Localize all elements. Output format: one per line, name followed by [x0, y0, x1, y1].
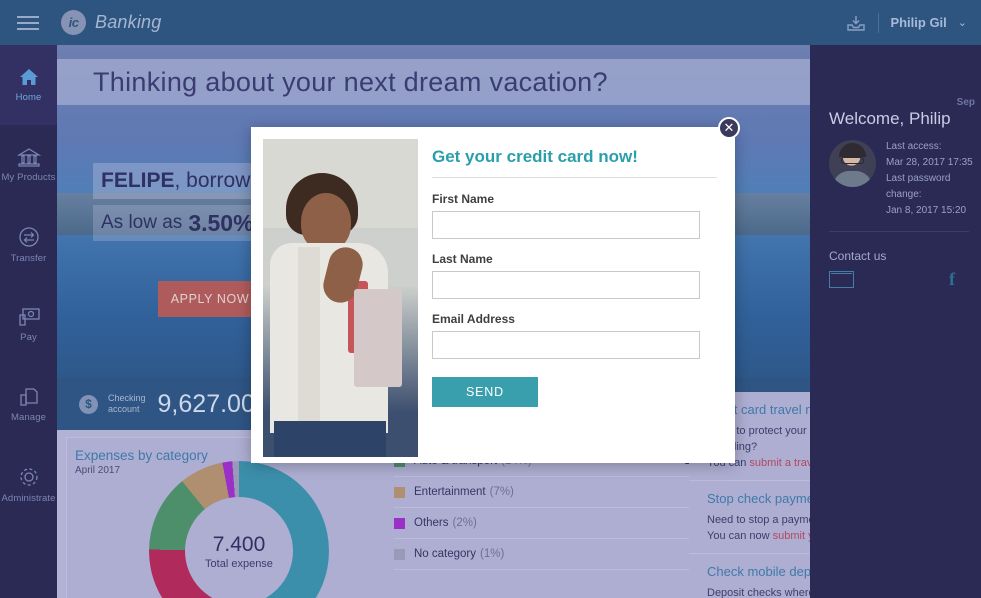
last-access-value: Mar 28, 2017 17:35	[886, 157, 973, 168]
legend-label: Entertainment	[414, 486, 486, 498]
transfer-icon	[18, 226, 40, 248]
last-name-input[interactable]	[432, 271, 700, 299]
top-bar-right: Philip Gil ⌄	[845, 12, 981, 33]
sep-label: Sep	[956, 97, 975, 108]
inbox-icon[interactable]	[845, 13, 867, 33]
send-button[interactable]: SEND	[432, 377, 538, 407]
dollar-icon: $	[79, 394, 98, 414]
legend-swatch	[394, 486, 405, 498]
donut-total-value: 7.400	[212, 532, 266, 556]
right-panel: Sep Welcome, Philip Last access: Mar 28,…	[810, 45, 981, 598]
user-menu-label[interactable]: Philip Gil	[890, 15, 946, 30]
facebook-icon[interactable]: f	[949, 269, 955, 290]
legend-label: No category	[414, 548, 477, 560]
avatar-hair	[839, 143, 866, 157]
balance-amount: 9,627.00	[157, 389, 255, 418]
sidebar-item-label: My Products	[1, 172, 56, 183]
hero-headline-text: Thinking about your next dream vacation?	[93, 66, 608, 97]
sidebar-item-transfer[interactable]: Transfer	[0, 205, 57, 285]
top-bar: ic Banking Philip Gil ⌄	[0, 0, 981, 45]
divider	[878, 12, 880, 33]
first-name-input[interactable]	[432, 211, 700, 239]
divider	[829, 231, 969, 232]
account-meta: Last access: Mar 28, 2017 17:35 Last pas…	[886, 139, 978, 219]
sidebar-item-label: Manage	[11, 412, 46, 423]
last-access-label: Last access:	[886, 141, 942, 152]
brand-logo-icon: ic	[61, 10, 86, 35]
sidebar-item-administrate[interactable]: Administrate	[0, 445, 57, 525]
sidebar-item-label: Pay	[20, 332, 37, 343]
legend-swatch	[394, 517, 405, 529]
account-type-label: Checking account	[108, 393, 146, 414]
first-name-label: First Name	[432, 192, 495, 206]
home-icon	[18, 67, 40, 87]
brand-name: Banking	[95, 12, 162, 32]
info-card-line2-prefix: You can now	[707, 530, 773, 542]
legend-row[interactable]: Others(2%)132›	[394, 508, 728, 539]
document-icon	[17, 387, 41, 407]
hamburger-line	[17, 27, 39, 30]
email-input[interactable]	[432, 331, 700, 359]
donut-total-label: Total expense	[205, 557, 273, 570]
credit-card-modal: Get your credit card now! First Name Las…	[251, 127, 735, 463]
last-password-value: Jan 8, 2017 15:20	[886, 205, 967, 216]
sidebar-item-pay[interactable]: Pay	[0, 285, 57, 365]
pay-icon	[17, 307, 41, 327]
bank-icon	[16, 147, 41, 167]
legend-label: Others	[414, 517, 449, 529]
welcome-title: Welcome, Philip	[829, 109, 951, 128]
person-shirt-fold	[298, 247, 320, 427]
sidebar-item-label: Home	[15, 92, 42, 103]
last-name-label: Last Name	[432, 252, 493, 266]
gear-icon	[18, 466, 40, 488]
modal-heading: Get your credit card now!	[432, 147, 717, 178]
envelope-icon[interactable]	[829, 271, 854, 288]
email-label: Email Address	[432, 312, 515, 326]
legend-swatch	[394, 548, 405, 560]
chevron-down-icon[interactable]: ⌄	[958, 16, 967, 29]
hero-rate-value: 3.50%	[188, 209, 254, 236]
sidebar-item-my-products[interactable]: My Products	[0, 125, 57, 205]
hero-rate-prefix: As low as	[101, 212, 183, 233]
sidebar-item-manage[interactable]: Manage	[0, 365, 57, 445]
expenses-legend: Auto & transport(14%)1.036›Entertainment…	[394, 446, 728, 570]
legend-percent: (1%)	[480, 548, 505, 560]
app-root: ic Banking Philip Gil ⌄ Home My Products…	[0, 0, 981, 598]
expenses-donut-chart: 7.400 Total expense	[149, 461, 329, 598]
person-jeans	[274, 421, 386, 457]
hamburger-line	[17, 15, 39, 18]
sidebar-item-home[interactable]: Home	[0, 45, 57, 125]
avatar[interactable]	[829, 140, 876, 187]
hamburger-icon[interactable]	[5, 15, 51, 30]
close-icon[interactable]: ✕	[718, 117, 740, 139]
hamburger-line	[17, 21, 39, 24]
sidebar-item-label: Transfer	[10, 253, 47, 264]
donut-center: 7.400 Total expense	[185, 497, 293, 598]
legend-row[interactable]: No category(1%)90›	[394, 539, 728, 570]
sidebar-item-label: Administrate	[1, 493, 56, 504]
contact-icons: f	[829, 269, 969, 290]
brand[interactable]: ic Banking	[61, 10, 161, 35]
credit-card-form: Get your credit card now! First Name Las…	[432, 147, 717, 407]
avatar-body	[833, 171, 872, 187]
shopping-bag	[354, 289, 402, 387]
legend-percent: (2%)	[452, 517, 477, 529]
legend-row[interactable]: Entertainment(7%)592›	[394, 477, 728, 508]
apply-now-button[interactable]: APPLY NOW	[158, 281, 262, 317]
legend-percent: (7%)	[489, 486, 514, 498]
modal-image-person	[268, 173, 410, 457]
contact-us-title: Contact us	[829, 249, 887, 263]
sidebar: Home My Products Transfer Pay Manage Adm…	[0, 45, 57, 598]
last-password-label: Last password change:	[886, 173, 951, 200]
avatar-glasses	[841, 157, 864, 164]
modal-image	[263, 139, 418, 457]
hero-headline: Thinking about your next dream vacation?	[57, 59, 810, 105]
hero-offer-name: FELIPE	[101, 169, 175, 192]
